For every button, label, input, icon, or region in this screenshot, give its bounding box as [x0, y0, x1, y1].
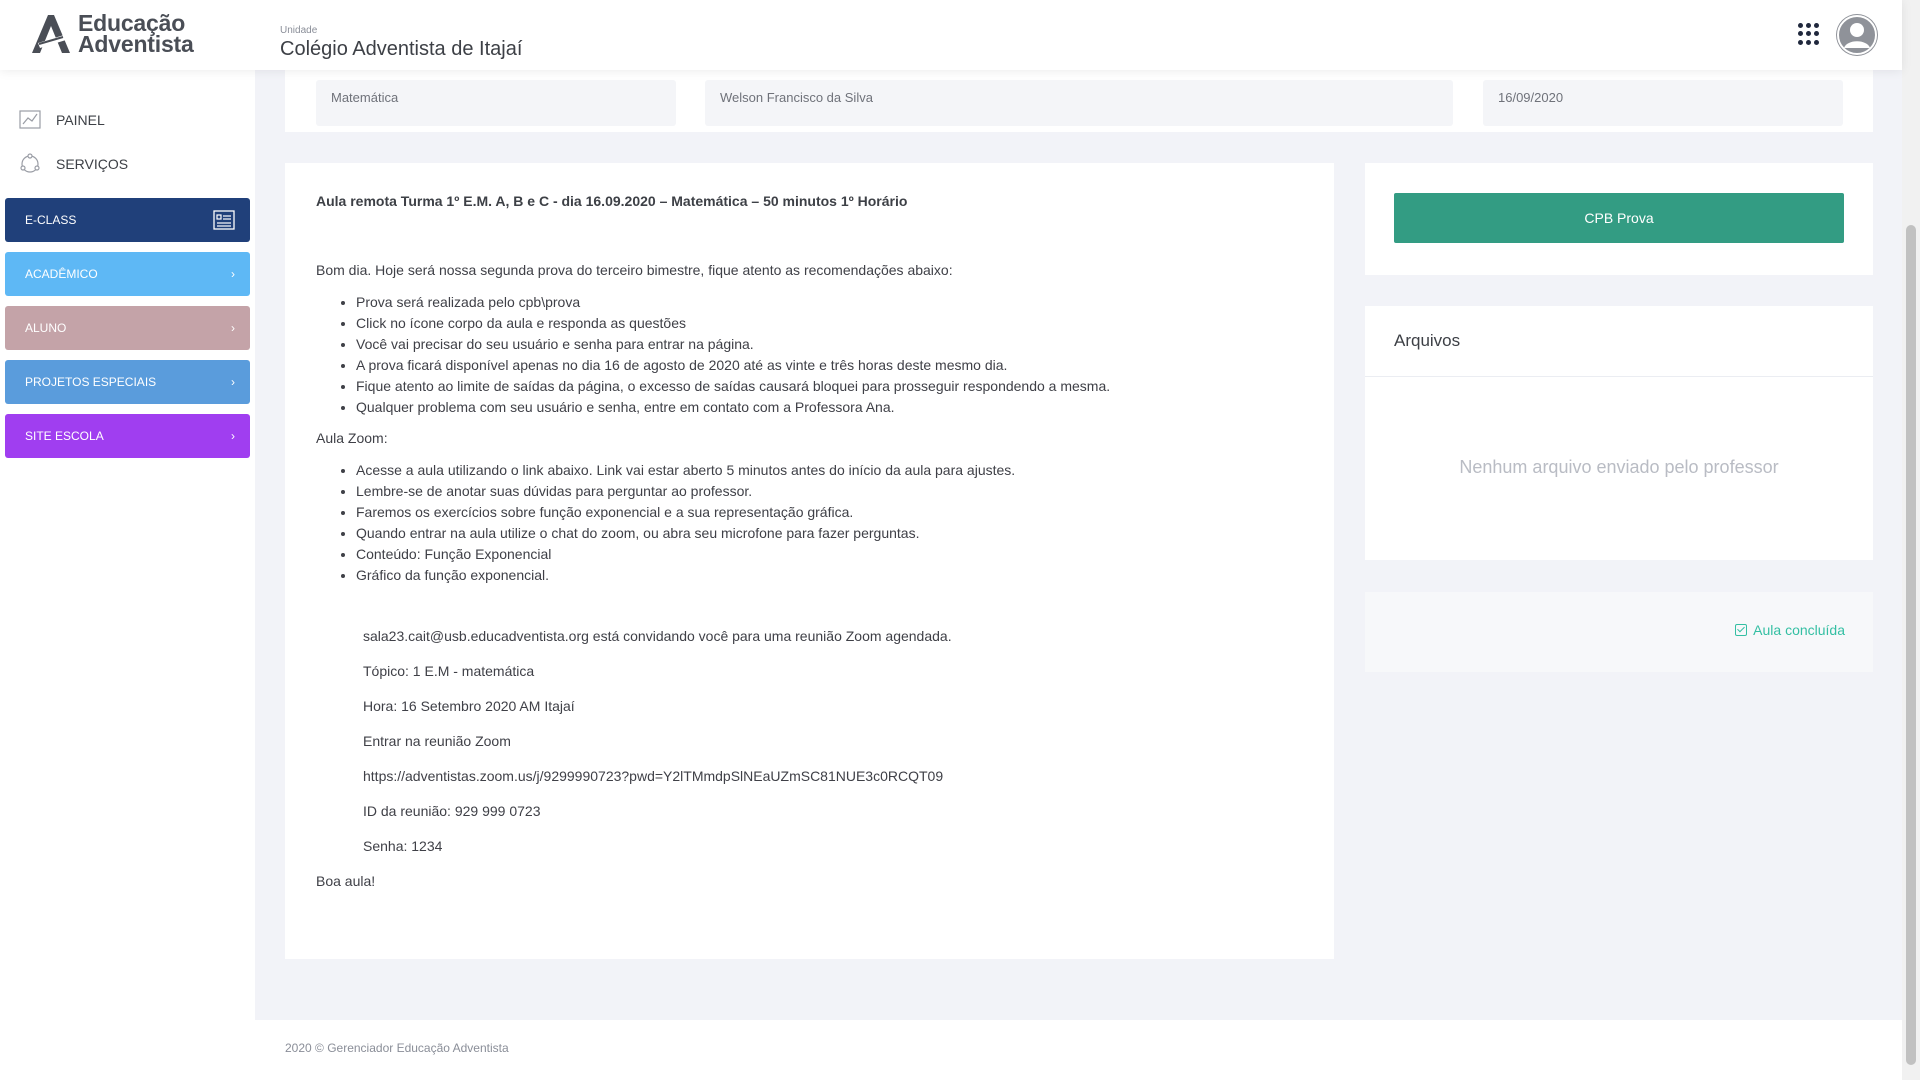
cpb-panel: CPB Prova — [1365, 163, 1873, 275]
zoom-topic: Tópico: 1 E.M - matemática — [363, 663, 535, 679]
lesson-closing: Boa aula! — [316, 873, 376, 889]
list-item: Você vai precisar do seu usuário e senha… — [356, 334, 1303, 355]
brand-logo-icon — [32, 15, 70, 53]
lesson-completed-label: Aula concluída — [1753, 622, 1845, 638]
checkbox-icon — [1735, 624, 1748, 636]
list-item: Qualquer problema com seu usuário e senh… — [356, 397, 1303, 418]
brand-line-2: Adventista — [78, 31, 194, 57]
list-item: Lembre-se de anotar suas dúvidas para pe… — [356, 481, 1303, 502]
list-item: Click no ícone corpo da aula e responda … — [356, 313, 1303, 334]
sidebar-button-aluno[interactable]: ALUNO › — [5, 306, 250, 350]
lesson-intro: Bom dia. Hoje será nossa segunda prova d… — [316, 262, 953, 278]
sidebar-item-painel[interactable]: PAINEL — [18, 108, 105, 132]
zoom-password: Senha: 1234 — [363, 838, 443, 854]
chevron-right-icon: › — [231, 321, 235, 335]
sidebar-button-academico[interactable]: ACADÊMICO › — [5, 252, 250, 296]
brand-name: Educação Adventista — [78, 12, 194, 57]
user-icon — [1837, 15, 1877, 55]
list-item: A prova ficará disponível apenas no dia … — [356, 355, 1303, 376]
zoom-link[interactable]: https://adventistas.zoom.us/j/9299990723… — [363, 766, 1303, 787]
sidebar-button-e-class[interactable]: E-CLASS — [5, 198, 250, 242]
unit-name: Colégio Adventista de Itajaí — [280, 38, 523, 60]
files-empty-message: Nenhum arquivo enviado pelo professor — [1459, 457, 1779, 477]
teacher-value: Welson Francisco da Silva — [720, 90, 873, 105]
brand-logo[interactable]: Educação Adventista — [28, 12, 194, 57]
zoom-join-label: Entrar na reunião Zoom — [363, 733, 511, 749]
list-item: Gráfico da função exponencial. — [356, 565, 1303, 586]
sidebar-button-label: PROJETOS ESPECIAIS — [25, 375, 157, 389]
zoom-invite-line: sala23.cait@usb.educadventista.org está … — [363, 628, 952, 644]
subject-field: Matemática — [316, 80, 676, 126]
list-card-icon — [213, 210, 235, 230]
lesson-title: Aula remota Turma 1º E.M. A, B e C - dia… — [316, 193, 908, 209]
cpb-prova-button[interactable]: CPB Prova — [1394, 193, 1844, 243]
apps-grid-icon[interactable] — [1798, 23, 1820, 45]
sidebar-item-label: SERVIÇOS — [56, 156, 129, 172]
sidebar-button-projetos-especiais[interactable]: PROJETOS ESPECIAIS › — [5, 360, 250, 404]
zoom-heading: Aula Zoom: — [316, 430, 388, 446]
zoom-time: Hora: 16 Setembro 2020 AM Itajaí — [363, 698, 575, 714]
unit-selector[interactable]: Unidade Colégio Adventista de Itajaí — [280, 25, 522, 61]
sidebar-button-site-escola[interactable]: SITE ESCOLA › — [5, 414, 250, 458]
lesson-content-panel: Aula remota Turma 1º E.M. A, B e C - dia… — [285, 163, 1334, 959]
files-title: Arquivos — [1365, 306, 1873, 377]
page-footer: 2020 © Gerenciador Educação Adventista — [255, 1020, 1902, 1080]
lesson-completed-link[interactable]: Aula concluída — [1735, 622, 1845, 638]
chart-icon — [19, 110, 41, 129]
sidebar-item-servicos[interactable]: SERVIÇOS — [18, 152, 128, 176]
sidebar-item-label: PAINEL — [56, 112, 105, 128]
sidebar-button-label: ACADÊMICO — [25, 267, 98, 281]
list-item: Prova será realizada pelo cpb\prova — [356, 292, 1303, 313]
unit-label: Unidade — [280, 25, 318, 36]
subject-value: Matemática — [331, 90, 399, 105]
sidebar-button-label: E-CLASS — [25, 213, 77, 227]
page-scrollbar[interactable] — [1902, 0, 1920, 1080]
zoom-invite-block: sala23.cait@usb.educadventista.org está … — [363, 626, 1303, 857]
teacher-field: Welson Francisco da Silva — [705, 80, 1453, 126]
user-avatar[interactable] — [1836, 14, 1878, 56]
zoom-meeting-id: ID da reunião: 929 999 0723 — [363, 803, 541, 819]
top-header: Educação Adventista Unidade Colégio Adve… — [0, 0, 1902, 70]
date-value: 16/09/2020 — [1498, 90, 1564, 105]
footer-text: 2020 © Gerenciador Educação Adventista — [285, 1041, 509, 1055]
list-item: Faremos os exercícios sobre função expon… — [356, 502, 1303, 523]
date-field: 16/09/2020 — [1483, 80, 1843, 126]
list-item: Conteúdo: Função Exponencial — [356, 544, 1303, 565]
list-item: Fique atento ao limite de saídas da pági… — [356, 376, 1303, 397]
chevron-right-icon: › — [231, 375, 235, 389]
list-item: Acesse a aula utilizando o link abaixo. … — [356, 460, 1303, 481]
sidebar-button-label: SITE ESCOLA — [25, 429, 104, 443]
sidebar-button-label: ALUNO — [25, 321, 67, 335]
chevron-right-icon: › — [231, 267, 235, 281]
sidebar: PAINEL SERVIÇOS E-CLASS ACADÊMICO › ALUN… — [0, 70, 255, 1080]
lesson-status-panel: Aula concluída — [1365, 592, 1873, 672]
exam-instructions-list: Prova será realizada pelo cpb\prova Clic… — [356, 292, 1303, 418]
list-item: Quando entrar na aula utilize o chat do … — [356, 523, 1303, 544]
services-icon — [20, 153, 40, 173]
zoom-instructions-list: Acesse a aula utilizando o link abaixo. … — [356, 460, 1303, 586]
scrollbar-thumb[interactable] — [1906, 225, 1916, 1065]
files-panel: Arquivos Nenhum arquivo enviado pelo pro… — [1365, 306, 1873, 560]
chevron-right-icon: › — [231, 429, 235, 443]
